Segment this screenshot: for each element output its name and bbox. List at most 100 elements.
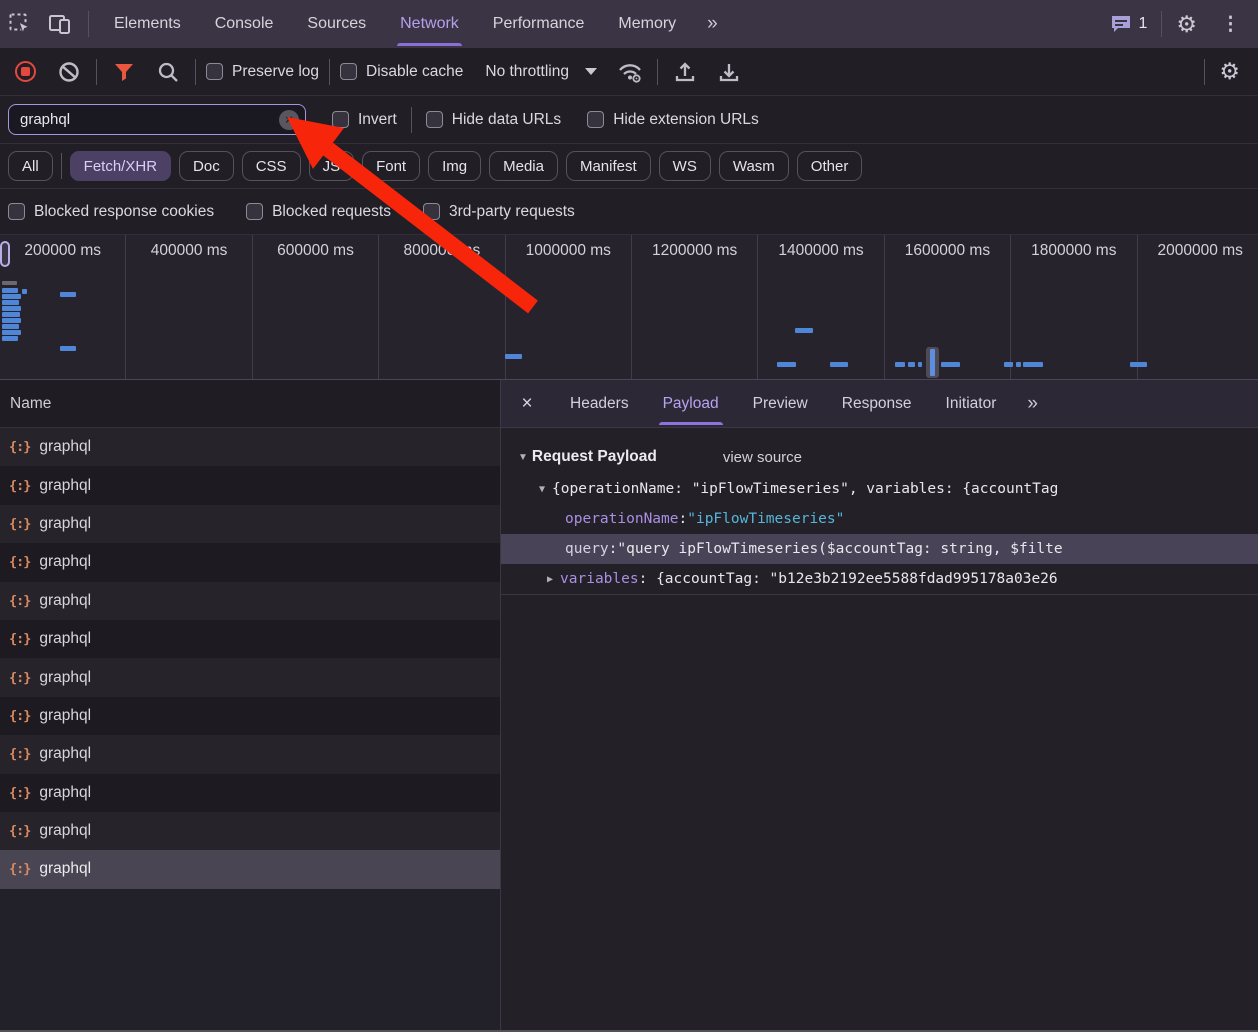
waterfall-bar xyxy=(2,281,17,285)
checkbox[interactable] xyxy=(8,203,25,220)
hide-data-urls-checkbox[interactable]: Hide data URLs xyxy=(426,111,561,129)
more-detail-tabs-icon[interactable]: » xyxy=(1013,380,1050,427)
detail-tab-headers[interactable]: Headers xyxy=(553,380,646,427)
timeline-scroll-handle[interactable] xyxy=(0,241,10,267)
filter-chip-doc[interactable]: Doc xyxy=(179,151,234,181)
tab-memory[interactable]: Memory xyxy=(601,0,693,48)
waterfall-bar xyxy=(2,318,21,323)
request-row[interactable]: {:}graphql xyxy=(0,543,500,581)
throttling-dropdown[interactable]: No throttling xyxy=(485,63,597,81)
filter-input[interactable] xyxy=(8,104,306,135)
request-row[interactable]: {:}graphql xyxy=(0,774,500,812)
checkbox[interactable] xyxy=(332,111,349,128)
waterfall-bar xyxy=(2,324,19,329)
payload-token: : {accountTag: "b12e3b2192ee5588fdad9951… xyxy=(639,571,1058,587)
checkbox[interactable] xyxy=(340,63,357,80)
request-row[interactable]: {:}graphql xyxy=(0,620,500,658)
network-conditions-icon[interactable] xyxy=(613,55,647,89)
json-braces-icon: {:} xyxy=(9,823,30,839)
issues-icon[interactable] xyxy=(1110,14,1132,34)
request-row[interactable]: {:}graphql xyxy=(0,735,500,773)
checkbox-label: Blocked requests xyxy=(272,203,391,221)
search-icon[interactable] xyxy=(151,55,185,89)
blocked-response-cookies-checkbox[interactable]: Blocked response cookies xyxy=(8,203,214,221)
inspect-element-icon[interactable] xyxy=(0,0,40,48)
preserve-log-checkbox[interactable]: Preserve log xyxy=(206,63,319,81)
json-braces-icon: {:} xyxy=(9,439,30,455)
payload-tree-row[interactable]: ▼{operationName: "ipFlowTimeseries", var… xyxy=(501,474,1258,504)
filter-chip-media[interactable]: Media xyxy=(489,151,558,181)
timeline-tick: 1600000 ms xyxy=(885,235,1011,379)
network-settings-gear-icon[interactable]: ⚙ xyxy=(1219,60,1240,83)
blocked-requests-checkbox[interactable]: Blocked requests xyxy=(246,203,391,221)
tab-performance[interactable]: Performance xyxy=(476,0,602,48)
disable-cache-checkbox[interactable]: Disable cache xyxy=(340,63,463,81)
request-row[interactable]: {:}graphql xyxy=(0,850,500,888)
filter-chip-wasm[interactable]: Wasm xyxy=(719,151,789,181)
more-tabs-icon[interactable]: » xyxy=(693,0,730,48)
payload-tree-row[interactable]: ▶variables: {accountTag: "b12e3b2192ee55… xyxy=(501,564,1258,594)
close-detail-icon[interactable]: × xyxy=(501,380,553,427)
checkbox[interactable] xyxy=(426,111,443,128)
checkbox-label: Blocked response cookies xyxy=(34,203,214,221)
import-har-icon[interactable] xyxy=(668,55,702,89)
request-table: Name {:}graphql{:}graphql{:}graphql{:}gr… xyxy=(0,380,501,1030)
network-overview-timeline[interactable]: 200000 ms400000 ms600000 ms800000 ms1000… xyxy=(0,235,1258,380)
checkbox-label: 3rd-party requests xyxy=(449,203,575,221)
timeline-tick: 1400000 ms xyxy=(758,235,884,379)
detail-tab-initiator[interactable]: Initiator xyxy=(929,380,1014,427)
request-name: graphql xyxy=(39,553,91,571)
request-row[interactable]: {:}graphql xyxy=(0,658,500,696)
payload-tree-row[interactable]: query: "query ipFlowTimeseries($accountT… xyxy=(501,534,1258,564)
request-name: graphql xyxy=(39,707,91,725)
clear-network-log-icon[interactable] xyxy=(52,55,86,89)
filter-chip-font[interactable]: Font xyxy=(362,151,420,181)
checkbox[interactable] xyxy=(206,63,223,80)
detail-tabbar: × HeadersPayloadPreviewResponseInitiator… xyxy=(501,380,1258,428)
request-row[interactable]: {:}graphql xyxy=(0,697,500,735)
request-row[interactable]: {:}graphql xyxy=(0,505,500,543)
detail-tab-preview[interactable]: Preview xyxy=(736,380,825,427)
filter-chip-img[interactable]: Img xyxy=(428,151,481,181)
request-row[interactable]: {:}graphql xyxy=(0,428,500,466)
tab-elements[interactable]: Elements xyxy=(97,0,198,48)
filter-chip-all[interactable]: All xyxy=(8,151,53,181)
divider xyxy=(96,59,97,85)
tab-network[interactable]: Network xyxy=(383,0,476,48)
checkbox[interactable] xyxy=(587,111,604,128)
detail-tab-response[interactable]: Response xyxy=(825,380,929,427)
request-row[interactable]: {:}graphql xyxy=(0,582,500,620)
filter-chip-manifest[interactable]: Manifest xyxy=(566,151,651,181)
tab-console[interactable]: Console xyxy=(198,0,291,48)
tab-sources[interactable]: Sources xyxy=(290,0,383,48)
expanded-triangle-icon[interactable]: ▼ xyxy=(539,484,545,495)
detail-tab-payload[interactable]: Payload xyxy=(646,380,736,427)
divider xyxy=(195,59,196,85)
payload-tree: ▼{operationName: "ipFlowTimeseries", var… xyxy=(501,474,1258,594)
view-source-link[interactable]: view source xyxy=(723,449,802,466)
collapsed-triangle-icon[interactable]: ▶ xyxy=(547,574,553,585)
export-har-icon[interactable] xyxy=(712,55,746,89)
-rd-party-requests-checkbox[interactable]: 3rd-party requests xyxy=(423,203,575,221)
hide-extension-urls-checkbox[interactable]: Hide extension URLs xyxy=(587,111,759,129)
request-payload-title: Request Payload xyxy=(532,448,657,466)
filter-icon[interactable] xyxy=(107,55,141,89)
name-column-header[interactable]: Name xyxy=(0,380,500,428)
filter-chip-fetchxhr[interactable]: Fetch/XHR xyxy=(70,151,171,181)
collapse-triangle-icon[interactable]: ▼ xyxy=(518,452,528,463)
clear-filter-icon[interactable]: × xyxy=(279,110,299,130)
kebab-menu-icon[interactable]: ⋮ xyxy=(1211,13,1250,36)
device-toolbar-icon[interactable] xyxy=(40,0,80,48)
record-network-log-button[interactable] xyxy=(8,55,42,89)
invert-checkbox[interactable]: Invert xyxy=(332,111,397,129)
payload-tree-row[interactable]: operationName: "ipFlowTimeseries" xyxy=(501,504,1258,534)
settings-gear-icon[interactable]: ⚙ xyxy=(1168,13,1205,36)
checkbox[interactable] xyxy=(246,203,263,220)
request-row[interactable]: {:}graphql xyxy=(0,812,500,850)
filter-chip-js[interactable]: JS xyxy=(309,151,355,181)
request-row[interactable]: {:}graphql xyxy=(0,466,500,504)
filter-chip-css[interactable]: CSS xyxy=(242,151,301,181)
checkbox[interactable] xyxy=(423,203,440,220)
filter-chip-ws[interactable]: WS xyxy=(659,151,711,181)
filter-chip-other[interactable]: Other xyxy=(797,151,863,181)
